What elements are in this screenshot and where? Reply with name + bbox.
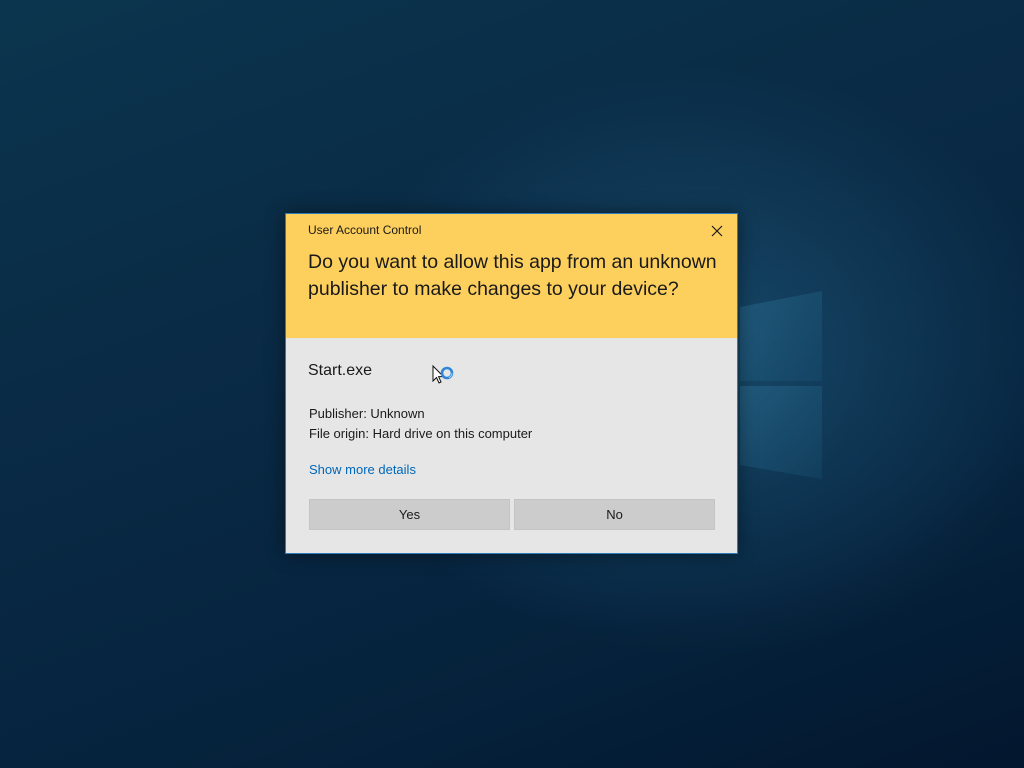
dialog-header: User Account Control Do you want to allo… [286,214,737,338]
close-button[interactable] [704,220,730,242]
dialog-question: Do you want to allow this app from an un… [308,251,717,300]
app-info: Publisher: Unknown File origin: Hard dri… [309,404,532,443]
yes-button[interactable]: Yes [309,499,510,530]
no-button[interactable]: No [514,499,715,530]
uac-dialog: User Account Control Do you want to allo… [285,213,738,554]
publisher-text: Publisher: Unknown [309,406,425,421]
show-more-details-link[interactable]: Show more details [309,462,416,477]
file-origin-text: File origin: Hard drive on this computer [309,425,533,441]
dialog-title: User Account Control [308,223,422,237]
app-name: Start.exe [308,362,373,379]
close-icon [711,225,723,237]
